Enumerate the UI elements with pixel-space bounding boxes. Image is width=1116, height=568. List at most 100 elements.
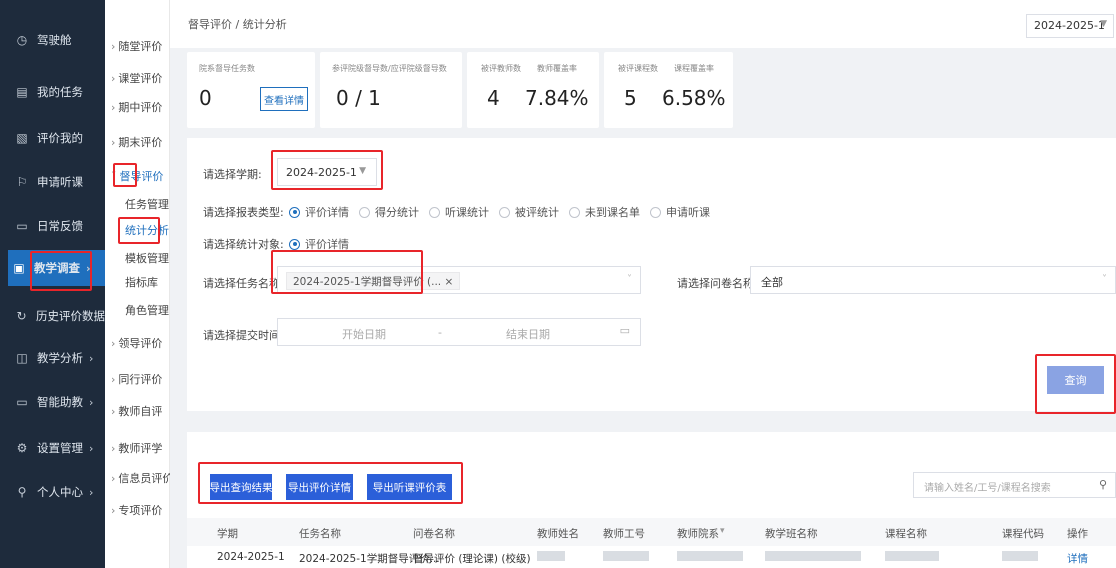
- details-link[interactable]: 详情: [1067, 551, 1088, 566]
- submenu-item-leader-eval[interactable]: › 领导评价: [105, 335, 170, 351]
- sidebar-item-evaluate-me[interactable]: ▧ 评价我的: [0, 126, 105, 150]
- user-icon: ⚲: [17, 485, 27, 499]
- sidebar-item-settings[interactable]: ⚙ 设置管理 ›: [0, 436, 105, 460]
- filter-panel: 请选择学期: 2024-2025-1 ▼ 请选择报表类型: 评价详情 得分统计 听…: [187, 138, 1116, 414]
- stat-card-courses: 被评课程数 5 课程覆盖率 6.58%: [604, 52, 733, 128]
- chevron-down-icon: ˅: [627, 274, 632, 285]
- redacted-text: [885, 551, 939, 561]
- submenu-child-index-lib[interactable]: 指标库: [125, 274, 167, 290]
- result-table-panel: 导出查询结果 导出评价详情 导出听课评价表 请输入姓名/工号/课程名搜索 ⚲ 学期…: [187, 432, 1116, 568]
- sidebar-item-daily-feedback[interactable]: ▭ 日常反馈: [0, 214, 105, 238]
- submenu-child-role-mgmt[interactable]: 角色管理: [125, 302, 169, 318]
- chevron-right-icon: ›: [89, 485, 94, 499]
- sidebar-item-profile[interactable]: ⚲ 个人中心 ›: [0, 480, 105, 504]
- view-details-button[interactable]: 查看详情: [260, 87, 308, 111]
- term-select[interactable]: 2024-2025-1 ▼: [1026, 14, 1114, 38]
- sidebar-item-assistant[interactable]: ▭ 智能助教 ›: [0, 390, 105, 414]
- submenu-item-classroom-eval[interactable]: › 课堂评价: [105, 70, 170, 86]
- sidebar-item-history[interactable]: ↻ 历史评价数据: [0, 304, 105, 328]
- main-content: 督导评价 / 统计分析 2024-2025-1 ▼ 院系督导任务数 0 查看详情 …: [170, 0, 1116, 568]
- chevron-right-icon: ›: [89, 351, 94, 365]
- redacted-text: [603, 551, 649, 561]
- chevron-right-icon: ›: [111, 504, 116, 517]
- chevron-right-icon: ›: [111, 72, 116, 85]
- calendar-icon: ▭: [619, 324, 630, 337]
- sidebar-item-cockpit[interactable]: ◷ 驾驶舱: [0, 28, 105, 52]
- submenu-child-task-mgmt[interactable]: 任务管理: [125, 196, 169, 212]
- chevron-right-icon: ›: [111, 442, 116, 455]
- chevron-right-icon: ›: [111, 40, 116, 53]
- radio-score-stats[interactable]: 得分统计: [359, 204, 419, 220]
- redacted-text: [537, 551, 565, 561]
- radio-target-eval-detail[interactable]: 评价详情: [289, 236, 349, 252]
- chevron-right-icon: ›: [89, 441, 94, 455]
- chevron-right-icon: ›: [111, 472, 116, 485]
- clock-icon: ◷: [16, 33, 28, 47]
- radio-eval-detail[interactable]: 评价详情: [289, 204, 349, 220]
- breadcrumb: 督导评价 / 统计分析: [188, 18, 287, 31]
- flag-icon: ⚐: [16, 175, 28, 189]
- report-type-group: 评价详情 得分统计 听课统计 被评统计 未到课名单 申请听课: [289, 204, 720, 220]
- chart-icon: ◫: [16, 351, 28, 365]
- table-row: 2024-2025-1 2024-2025-1学期督导评价... 督导评价 (理…: [217, 551, 1088, 566]
- survey-icon: ▣: [13, 261, 25, 275]
- monitor-icon: ▭: [16, 395, 28, 409]
- questionnaire-select[interactable]: 全部 ˅: [750, 266, 1116, 294]
- export-results-button[interactable]: 导出查询结果: [210, 474, 273, 500]
- start-date-input[interactable]: 开始日期: [342, 326, 386, 342]
- submenu-item-midterm-eval[interactable]: › 期中评价: [105, 99, 170, 115]
- sidebar: ◷ 驾驶舱 ▤ 我的任务 ▧ 评价我的 ⚐ 申请听课 ▭ 日常反馈 ▣ 教学调查 › ↻ 历史评…: [0, 0, 105, 568]
- chevron-right-icon: ›: [111, 136, 116, 149]
- chevron-right-icon: ›: [86, 261, 91, 275]
- submenu-item-supervisor-eval[interactable]: ˅ 督导评价: [105, 168, 170, 184]
- history-icon: ↻: [16, 309, 27, 323]
- list-icon: ▤: [16, 85, 28, 99]
- term-filter-select[interactable]: 2024-2025-1 ▼: [277, 158, 377, 186]
- sidebar-item-teaching-survey[interactable]: ▣ 教学调查 ›: [8, 250, 105, 286]
- chevron-right-icon: ›: [111, 373, 116, 386]
- radio-listen-stats[interactable]: 听课统计: [429, 204, 489, 220]
- submenu-item-peer-eval[interactable]: › 同行评价: [105, 371, 170, 387]
- caret-down-icon: ▼: [359, 166, 366, 176]
- chevron-down-icon: ˅: [111, 170, 117, 183]
- task-tag[interactable]: 2024-2025-1学期督导评价 (... ×: [286, 272, 461, 290]
- submenu-item-self-eval[interactable]: › 教师自评: [105, 403, 170, 419]
- sort-icon[interactable]: ▾: [720, 526, 725, 536]
- stat-card-teachers: 被评教师数 4 教师覆盖率 7.84%: [467, 52, 599, 128]
- chevron-right-icon: ›: [111, 405, 116, 418]
- query-button[interactable]: 查询: [1047, 366, 1104, 394]
- radio-absent-list[interactable]: 未到课名单: [569, 204, 640, 220]
- chevron-right-icon: ›: [111, 337, 116, 350]
- chevron-right-icon: ›: [111, 101, 116, 114]
- chevron-down-icon: ˅: [1102, 274, 1107, 285]
- feedback-icon: ▭: [16, 219, 28, 233]
- radio-evaluated-stats[interactable]: 被评统计: [499, 204, 559, 220]
- target-group: 评价详情: [289, 236, 359, 252]
- redacted-text: [765, 551, 861, 561]
- submenu-item-teacher-student-eval[interactable]: › 教师评学: [105, 440, 170, 456]
- evaluate-icon: ▧: [16, 131, 28, 145]
- chevron-right-icon: ›: [89, 395, 94, 409]
- submenu-child-stats[interactable]: 统计分析: [125, 222, 169, 238]
- radio-apply-listen[interactable]: 申请听课: [650, 204, 710, 220]
- submenu-item-special-eval[interactable]: › 专项评价: [105, 502, 170, 518]
- table-header: 学期 任务名称 问卷名称 教师姓名 教师工号 教师院系 ▾ 教学班名称 课程名称…: [187, 518, 1116, 546]
- export-listen-eval-button[interactable]: 导出听课评价表: [367, 474, 452, 500]
- submenu-item-class-eval[interactable]: › 随堂评价: [105, 38, 170, 54]
- export-eval-details-button[interactable]: 导出评价详情: [286, 474, 353, 500]
- end-date-input[interactable]: 结束日期: [506, 326, 550, 342]
- submenu-child-template[interactable]: 模板管理: [125, 250, 169, 266]
- date-range-picker[interactable]: 开始日期 - 结束日期 ▭: [277, 318, 641, 346]
- stat-card-supervisors: 参评院级督导数/应评院级督导数 0 / 1: [320, 52, 462, 128]
- stat-card-tasks: 院系督导任务数 0 查看详情: [187, 52, 315, 128]
- sidebar-item-apply-listen[interactable]: ⚐ 申请听课: [0, 170, 105, 194]
- search-input[interactable]: 请输入姓名/工号/课程名搜索 ⚲: [913, 472, 1116, 498]
- submenu-item-info-officer-eval[interactable]: › 信息员评价: [105, 470, 173, 486]
- caret-down-icon: ▼: [1100, 19, 1107, 29]
- task-name-select[interactable]: 2024-2025-1学期督导评价 (... × ˅: [277, 266, 641, 294]
- sidebar-item-my-tasks[interactable]: ▤ 我的任务: [0, 80, 105, 104]
- sidebar-item-teaching-analysis[interactable]: ◫ 教学分析 ›: [0, 346, 105, 370]
- settings-icon: ⚙: [16, 441, 28, 455]
- submenu-item-final-eval[interactable]: › 期末评价: [105, 134, 170, 150]
- top-bar: 督导评价 / 统计分析 2024-2025-1 ▼: [170, 0, 1116, 48]
